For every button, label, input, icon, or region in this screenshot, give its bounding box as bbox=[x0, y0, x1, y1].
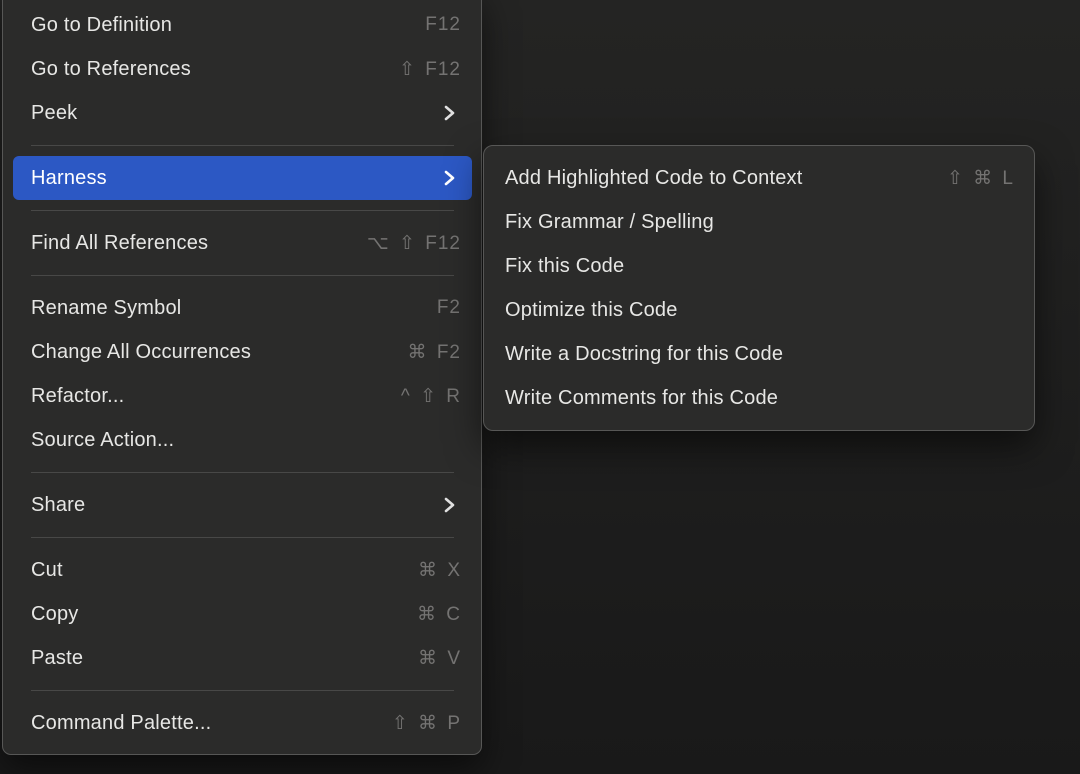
chevron-right-icon bbox=[439, 169, 455, 187]
menu-item-paste[interactable]: Paste ⌘ V bbox=[3, 636, 481, 680]
menu-separator bbox=[31, 537, 454, 538]
menu-item-shortcut: ⌘ F2 bbox=[408, 341, 461, 364]
menu-separator bbox=[31, 275, 454, 276]
submenu-item-label: Write Comments for this Code bbox=[505, 387, 1014, 410]
menu-item-shortcut: ^ ⇧ R bbox=[401, 385, 461, 408]
harness-submenu: Add Highlighted Code to Context ⇧ ⌘ L Fi… bbox=[483, 145, 1035, 431]
submenu-item-label: Write a Docstring for this Code bbox=[505, 343, 1014, 366]
submenu-item-label: Add Highlighted Code to Context bbox=[505, 167, 947, 190]
menu-separator bbox=[31, 690, 454, 691]
menu-item-shortcut: ⌥ ⇧ F12 bbox=[367, 232, 461, 255]
menu-item-shortcut: F2 bbox=[437, 297, 461, 319]
submenu-item-write-comments-for-this-code[interactable]: Write Comments for this Code bbox=[484, 376, 1034, 420]
submenu-item-shortcut: ⇧ ⌘ L bbox=[947, 167, 1014, 190]
menu-item-label: Share bbox=[31, 494, 439, 517]
menu-item-label: Command Palette... bbox=[31, 712, 392, 735]
menu-item-shortcut: ⌘ C bbox=[417, 603, 461, 626]
menu-item-change-all-occurrences[interactable]: Change All Occurrences ⌘ F2 bbox=[3, 330, 481, 374]
menu-item-shortcut: F12 bbox=[425, 14, 461, 36]
menu-item-harness[interactable]: Harness bbox=[13, 156, 472, 200]
editor-context-menu: Go to Definition F12 Go to References ⇧ … bbox=[2, 0, 482, 755]
submenu-item-fix-grammar-spelling[interactable]: Fix Grammar / Spelling bbox=[484, 200, 1034, 244]
menu-item-shortcut: ⇧ ⌘ P bbox=[392, 712, 461, 735]
submenu-item-optimize-this-code[interactable]: Optimize this Code bbox=[484, 288, 1034, 332]
menu-item-label: Paste bbox=[31, 647, 418, 670]
menu-item-label: Peek bbox=[31, 102, 439, 125]
submenu-item-label: Fix Grammar / Spelling bbox=[505, 211, 1014, 234]
menu-item-label: Cut bbox=[31, 559, 418, 582]
menu-item-shortcut: ⇧ F12 bbox=[399, 58, 461, 81]
menu-item-rename-symbol[interactable]: Rename Symbol F2 bbox=[3, 286, 481, 330]
menu-item-label: Change All Occurrences bbox=[31, 341, 408, 364]
menu-item-label: Find All References bbox=[31, 232, 367, 255]
menu-item-go-to-references[interactable]: Go to References ⇧ F12 bbox=[3, 47, 481, 91]
menu-item-peek[interactable]: Peek bbox=[3, 91, 481, 135]
menu-item-find-all-references[interactable]: Find All References ⌥ ⇧ F12 bbox=[3, 221, 481, 265]
submenu-item-add-highlighted-code-to-context[interactable]: Add Highlighted Code to Context ⇧ ⌘ L bbox=[484, 156, 1034, 200]
chevron-right-icon bbox=[439, 496, 455, 514]
menu-item-label: Refactor... bbox=[31, 385, 401, 408]
menu-item-copy[interactable]: Copy ⌘ C bbox=[3, 592, 481, 636]
menu-separator bbox=[31, 210, 454, 211]
menu-separator bbox=[31, 145, 454, 146]
menu-item-label: Harness bbox=[31, 167, 439, 190]
menu-separator bbox=[31, 472, 454, 473]
chevron-right-icon bbox=[439, 104, 455, 122]
submenu-item-fix-this-code[interactable]: Fix this Code bbox=[484, 244, 1034, 288]
menu-item-go-to-definition[interactable]: Go to Definition F12 bbox=[3, 3, 481, 47]
menu-item-shortcut: ⌘ X bbox=[418, 559, 461, 582]
menu-item-share[interactable]: Share bbox=[3, 483, 481, 527]
submenu-item-write-a-docstring-for-this-code[interactable]: Write a Docstring for this Code bbox=[484, 332, 1034, 376]
menu-item-label: Copy bbox=[31, 603, 417, 626]
menu-item-shortcut: ⌘ V bbox=[418, 647, 461, 670]
menu-item-refactor[interactable]: Refactor... ^ ⇧ R bbox=[3, 374, 481, 418]
submenu-item-label: Optimize this Code bbox=[505, 299, 1014, 322]
submenu-item-label: Fix this Code bbox=[505, 255, 1014, 278]
menu-item-label: Go to References bbox=[31, 58, 399, 81]
menu-item-cut[interactable]: Cut ⌘ X bbox=[3, 548, 481, 592]
menu-item-source-action[interactable]: Source Action... bbox=[3, 418, 481, 462]
menu-item-label: Go to Definition bbox=[31, 14, 425, 37]
menu-item-label: Rename Symbol bbox=[31, 297, 437, 320]
menu-item-command-palette[interactable]: Command Palette... ⇧ ⌘ P bbox=[3, 701, 481, 745]
menu-item-label: Source Action... bbox=[31, 429, 461, 452]
